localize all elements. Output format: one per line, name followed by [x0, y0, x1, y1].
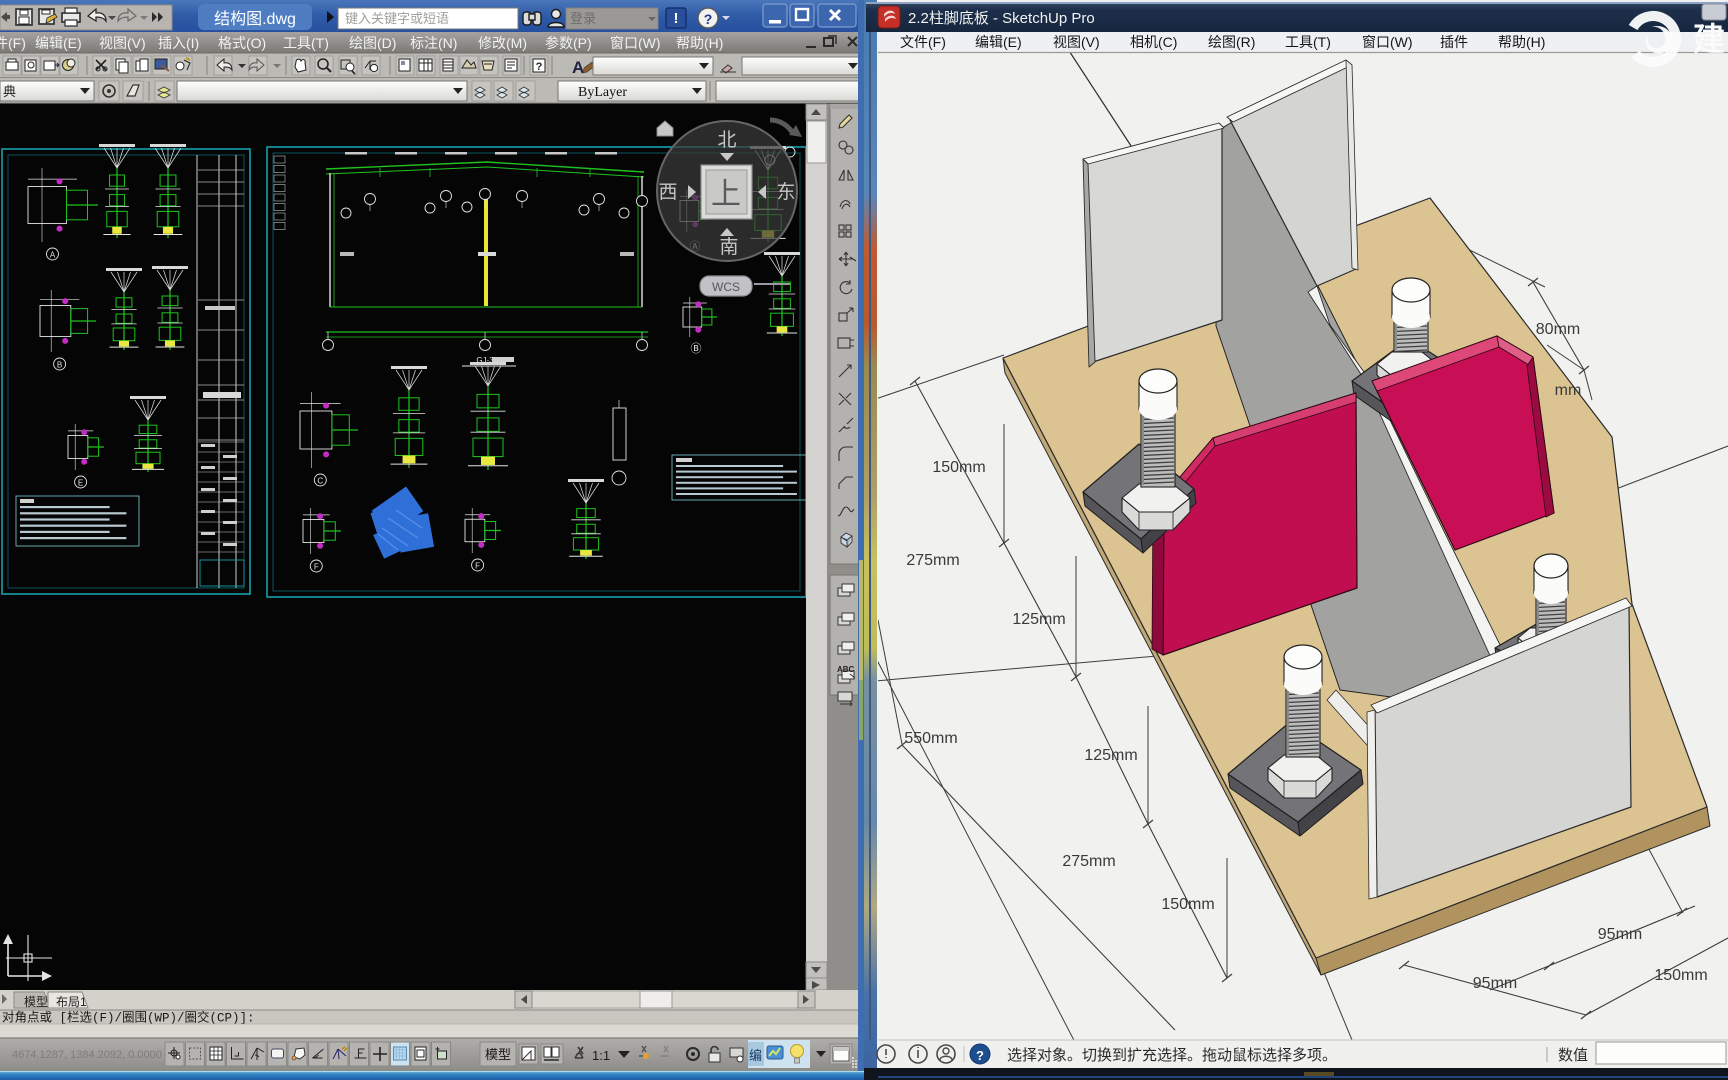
- svg-text:视图(V): 视图(V): [99, 35, 146, 51]
- svg-text:模型: 模型: [24, 995, 48, 1009]
- svg-text:C: C: [317, 477, 323, 486]
- svg-text:北: 北: [717, 129, 736, 151]
- svg-text:275mm: 275mm: [906, 552, 959, 569]
- svg-text:结构图.dwg: 结构图.dwg: [214, 10, 296, 28]
- svg-text:窗口(W): 窗口(W): [610, 35, 661, 51]
- svg-text:参数(P): 参数(P): [545, 35, 592, 51]
- svg-text:文件(F): 文件(F): [900, 34, 946, 50]
- svg-text:mm: mm: [1555, 382, 1582, 399]
- svg-text:上: 上: [711, 178, 741, 211]
- svg-text:格式(O): 格式(O): [218, 35, 266, 51]
- svg-text:150mm: 150mm: [1161, 896, 1214, 913]
- svg-text:修改(M): 修改(M): [478, 35, 527, 51]
- svg-text:选择对象。切换到扩充选择。拖动鼠标选择多项。: 选择对象。切换到扩充选择。拖动鼠标选择多项。: [1007, 1047, 1337, 1064]
- svg-text:布局1: 布局1: [56, 995, 87, 1009]
- svg-text:编: 编: [749, 1048, 762, 1063]
- svg-text:模型: 模型: [485, 1047, 511, 1062]
- svg-text:ABC: ABC: [837, 665, 855, 674]
- svg-text:对角点或 [栏选(F)/圈围(WP)/圈交(CP)]:: 对角点或 [栏选(F)/圈围(WP)/圈交(CP)]:: [2, 1010, 255, 1026]
- svg-text:建: 建: [1693, 21, 1725, 57]
- svg-text:帮助(H): 帮助(H): [676, 35, 723, 51]
- svg-text:键入关键字或短语: 键入关键字或短语: [345, 11, 449, 26]
- svg-text:95mm: 95mm: [1598, 926, 1642, 943]
- svg-text:150mm: 150mm: [932, 459, 985, 476]
- svg-text:工具(T): 工具(T): [283, 35, 329, 51]
- svg-text:南: 南: [719, 236, 738, 258]
- svg-text:窗口(W): 窗口(W): [1362, 34, 1413, 50]
- svg-text:WCS: WCS: [712, 280, 740, 294]
- svg-text:西: 西: [658, 182, 677, 203]
- svg-text:95mm: 95mm: [1473, 975, 1517, 992]
- svg-text:数值: 数值: [1558, 1047, 1588, 1064]
- svg-text:150mm: 150mm: [1654, 967, 1707, 984]
- svg-text:工具(T): 工具(T): [1285, 34, 1331, 50]
- svg-text:F: F: [475, 562, 480, 571]
- svg-text:编辑(E): 编辑(E): [35, 35, 82, 51]
- svg-text:视图(V): 视图(V): [1053, 34, 1100, 50]
- svg-text:帮助(H): 帮助(H): [1498, 34, 1545, 50]
- svg-text:?: ?: [704, 11, 713, 27]
- svg-text:标注(N): 标注(N): [410, 35, 457, 51]
- svg-text:Ⓑ: Ⓑ: [691, 342, 702, 355]
- svg-text:典: 典: [3, 84, 16, 99]
- svg-text:4674.1287, 1384.2092, 0.0000: 4674.1287, 1384.2092, 0.0000: [12, 1049, 162, 1061]
- svg-text:东: 东: [776, 181, 795, 203]
- svg-text:绘图(R): 绘图(R): [1208, 34, 1255, 50]
- svg-text:插件: 插件: [1440, 34, 1468, 50]
- svg-text:登录: 登录: [570, 11, 596, 26]
- svg-text:125mm: 125mm: [1084, 747, 1137, 764]
- svg-text:?: ?: [536, 61, 543, 73]
- svg-text:ByLayer: ByLayer: [578, 85, 627, 100]
- svg-text:?: ?: [976, 1048, 984, 1063]
- svg-text:文件(F): 文件(F): [0, 35, 26, 51]
- svg-text:275mm: 275mm: [1062, 853, 1115, 870]
- svg-text:!: !: [674, 10, 679, 27]
- svg-text:插入(I): 插入(I): [158, 35, 199, 51]
- svg-text:A: A: [572, 58, 584, 77]
- svg-text:编辑(E): 编辑(E): [975, 34, 1022, 50]
- svg-text:A: A: [50, 251, 56, 260]
- svg-text:B: B: [57, 361, 62, 370]
- svg-text:80mm: 80mm: [1536, 321, 1580, 338]
- svg-text:相机(C): 相机(C): [1130, 34, 1177, 50]
- svg-text:E: E: [78, 479, 83, 488]
- svg-text:1:1: 1:1: [592, 1048, 610, 1063]
- svg-text:F: F: [314, 563, 319, 572]
- svg-text:550mm: 550mm: [904, 730, 957, 747]
- svg-text:绘图(D): 绘图(D): [349, 35, 396, 51]
- svg-text:125mm: 125mm: [1012, 611, 1065, 628]
- svg-text:2.2柱脚底板 - SketchUp Pro: 2.2柱脚底板 - SketchUp Pro: [908, 9, 1095, 27]
